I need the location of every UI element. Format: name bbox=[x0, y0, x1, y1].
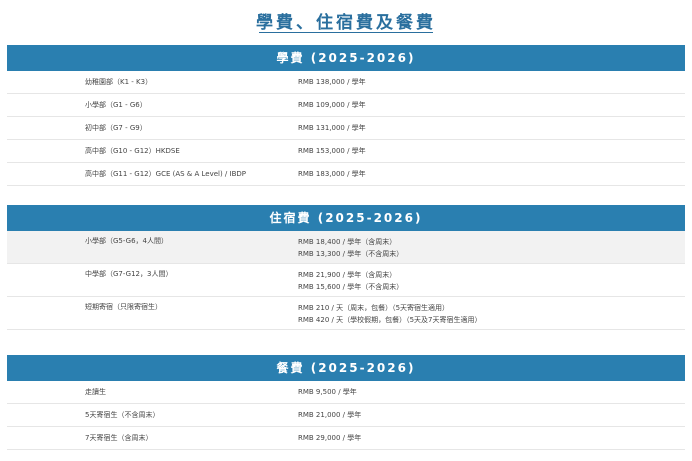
table-row: 高中部（G10 - G12）HKDSE RMB 153,000 / 學年 bbox=[7, 140, 685, 163]
table-row: 短期寄宿（只限寄宿生） RMB 210 / 天（周末，包餐）（5天寄宿生適用） … bbox=[7, 297, 685, 330]
table-row: 幼稚園部（K1 - K3） RMB 138,000 / 學年 bbox=[7, 71, 685, 94]
tuition-header: 學費 (2025-2026) bbox=[7, 45, 685, 71]
row-label: 高中部（G11 - G12）GCE (AS & A Level) / IBDP bbox=[85, 170, 246, 178]
value-line: RMB 210 / 天（周末，包餐）（5天寄宿生適用） bbox=[298, 304, 450, 312]
row-value: RMB 210 / 天（周末，包餐）（5天寄宿生適用） RMB 420 / 天（… bbox=[298, 302, 685, 326]
page-title: 學費、住宿費及餐費 bbox=[256, 13, 436, 33]
table-row: 初中部（G7 - G9） RMB 131,000 / 學年 bbox=[7, 117, 685, 140]
table-row: 小學部（G1 - G6） RMB 109,000 / 學年 bbox=[7, 94, 685, 117]
row-value: RMB 21,000 / 學年 bbox=[298, 411, 362, 419]
table-row: 7天寄宿生（含周末） RMB 29,000 / 學年 bbox=[7, 427, 685, 450]
value-line: RMB 18,400 / 學年（含周末） bbox=[298, 238, 397, 246]
row-value: RMB 18,400 / 學年（含周末） RMB 13,300 / 學年（不含周… bbox=[298, 236, 685, 260]
value-line: RMB 13,300 / 學年（不含周末） bbox=[298, 250, 404, 258]
row-label: 高中部（G10 - G12）HKDSE bbox=[85, 147, 180, 155]
boarding-section: 住宿費 (2025-2026) 小學部（G5-G6，4人間） RMB 18,40… bbox=[7, 205, 685, 330]
value-line: RMB 15,600 / 學年（不含周末） bbox=[298, 283, 404, 291]
row-label: 走讀生 bbox=[85, 388, 106, 396]
value-line: RMB 21,900 / 學年（含周末） bbox=[298, 271, 397, 279]
row-label: 幼稚園部（K1 - K3） bbox=[85, 78, 153, 86]
table-row: 走讀生 RMB 9,500 / 學年 bbox=[7, 381, 685, 404]
row-label: 小學部（G1 - G6） bbox=[85, 101, 147, 109]
row-value: RMB 29,000 / 學年 bbox=[298, 434, 362, 442]
row-label: 5天寄宿生（不含周末） bbox=[85, 411, 160, 419]
boarding-header: 住宿費 (2025-2026) bbox=[7, 205, 685, 231]
row-label: 中學部（G7-G12，3人間） bbox=[85, 270, 173, 278]
value-line: RMB 420 / 天（學校假期，包餐）（5天及7天寄宿生適用） bbox=[298, 316, 482, 324]
table-row: 高中部（G11 - G12）GCE (AS & A Level) / IBDP … bbox=[7, 163, 685, 186]
row-value: RMB 9,500 / 學年 bbox=[298, 388, 357, 396]
meals-header: 餐費 (2025-2026) bbox=[7, 355, 685, 381]
row-value: RMB 183,000 / 學年 bbox=[298, 170, 366, 178]
table-row: 5天寄宿生（不含周末） RMB 21,000 / 學年 bbox=[7, 404, 685, 427]
table-row: 小學部（G5-G6，4人間） RMB 18,400 / 學年（含周末） RMB … bbox=[7, 231, 685, 264]
row-label: 短期寄宿（只限寄宿生） bbox=[85, 303, 162, 311]
title-underline bbox=[259, 32, 433, 33]
row-label: 小學部（G5-G6，4人間） bbox=[85, 237, 168, 245]
meals-section: 餐費 (2025-2026) 走讀生 RMB 9,500 / 學年 5天寄宿生（… bbox=[7, 355, 685, 450]
row-value: RMB 153,000 / 學年 bbox=[298, 147, 366, 155]
row-label: 7天寄宿生（含周末） bbox=[85, 434, 153, 442]
row-value: RMB 21,900 / 學年（含周末） RMB 15,600 / 學年（不含周… bbox=[298, 269, 685, 293]
row-label: 初中部（G7 - G9） bbox=[85, 124, 147, 132]
table-row: 中學部（G7-G12，3人間） RMB 21,900 / 學年（含周末） RMB… bbox=[7, 264, 685, 297]
row-value: RMB 138,000 / 學年 bbox=[298, 78, 366, 86]
row-value: RMB 109,000 / 學年 bbox=[298, 101, 366, 109]
tuition-section: 學費 (2025-2026) 幼稚園部（K1 - K3） RMB 138,000… bbox=[7, 45, 685, 186]
row-value: RMB 131,000 / 學年 bbox=[298, 124, 366, 132]
